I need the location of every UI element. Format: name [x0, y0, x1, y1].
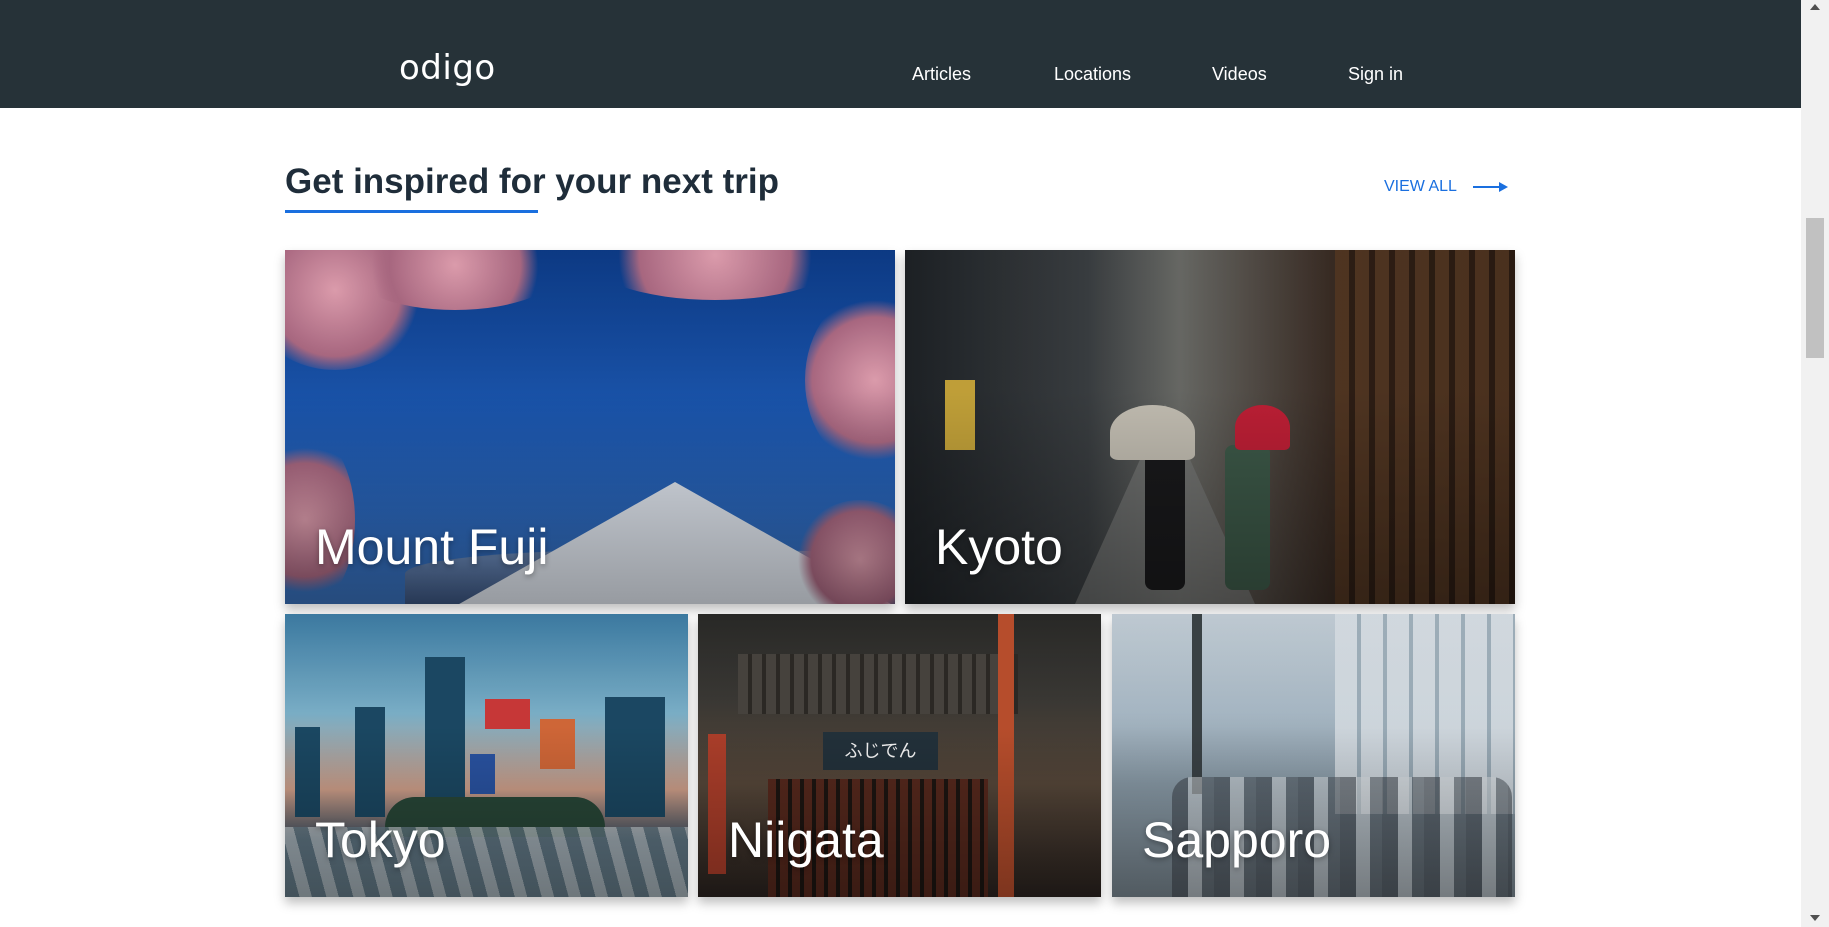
top-navbar: odigo Articles Locations Videos Sign in — [0, 0, 1801, 108]
destination-card-niigata[interactable]: ふじでん Niigata — [698, 614, 1101, 897]
destination-label: Mount Fuji — [315, 519, 549, 575]
destination-label: Sapporo — [1142, 812, 1332, 868]
nav-sign-in[interactable]: Sign in — [1348, 64, 1403, 85]
vertical-scrollbar[interactable] — [1801, 0, 1829, 927]
scroll-up-icon[interactable] — [1810, 4, 1820, 10]
scrollbar-thumb[interactable] — [1806, 218, 1824, 358]
destination-card-sapporo[interactable]: Sapporo — [1112, 614, 1515, 897]
destination-card-kyoto[interactable]: Kyoto — [905, 250, 1515, 604]
view-all-link[interactable]: VIEW ALL — [1384, 178, 1508, 196]
destination-label: Niigata — [728, 812, 884, 868]
nav-videos[interactable]: Videos — [1212, 64, 1267, 85]
section-title: Get inspired for your next trip — [285, 162, 779, 201]
view-all-label: VIEW ALL — [1384, 178, 1457, 195]
site-logo[interactable]: odigo — [399, 48, 496, 88]
scroll-down-icon[interactable] — [1810, 915, 1820, 921]
destination-label: Kyoto — [935, 519, 1063, 575]
destination-card-mount-fuji[interactable]: Mount Fuji — [285, 250, 895, 604]
title-underline — [285, 210, 538, 213]
destination-card-tokyo[interactable]: Tokyo — [285, 614, 688, 897]
destination-label: Tokyo — [315, 812, 446, 868]
nav-locations[interactable]: Locations — [1054, 64, 1131, 85]
nav-articles[interactable]: Articles — [912, 64, 971, 85]
arrow-right-icon — [1472, 181, 1508, 193]
